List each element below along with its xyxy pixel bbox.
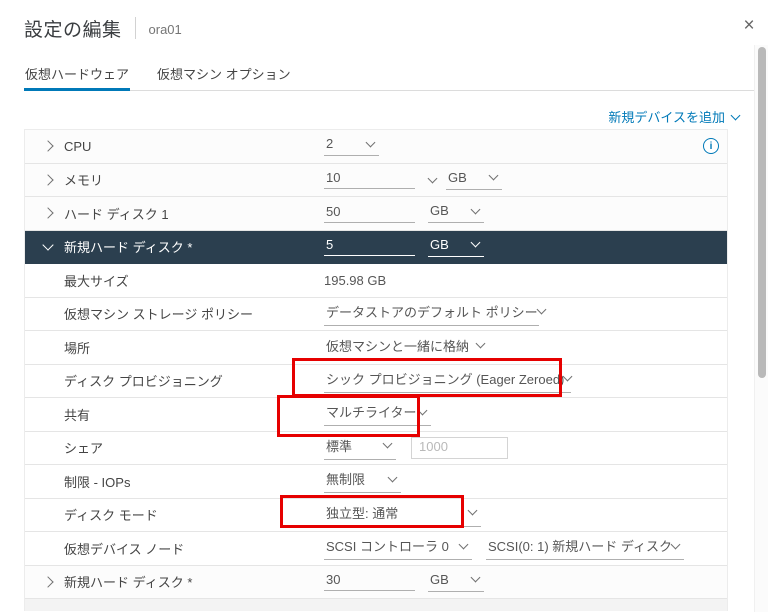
row-label: シェア xyxy=(64,441,104,457)
new-disk2-size-input[interactable] xyxy=(324,572,415,592)
row-new-hard-disk-2[interactable]: 新規ハード ディスク * GB xyxy=(25,565,727,599)
row-max-size: 最大サイズ 195.98 GB xyxy=(25,264,727,298)
row-virtual-device-node: 仮想デバイス ノード SCSI コントローラ 0 SCSI(0: 1) 新規ハー… xyxy=(25,532,727,566)
tab-bar: 仮想ハードウェア 仮想マシン オプション xyxy=(24,59,754,91)
row-new-hard-disk[interactable]: 新規ハード ディスク * GB xyxy=(25,230,727,264)
disk-provisioning-select[interactable]: シック プロビジョニング (Eager Zeroed) xyxy=(324,369,573,393)
dialog-header: 設定の編集 ora01 xyxy=(24,12,698,44)
chevron-down-icon xyxy=(730,110,741,120)
new-disk-size-input[interactable] xyxy=(324,237,415,257)
row-label: 新規ハード ディスク * xyxy=(64,575,193,591)
location-select[interactable]: 仮想マシンと一緒に格納 xyxy=(324,336,489,359)
row-partial-next xyxy=(25,599,727,611)
chevron-down-icon xyxy=(365,137,376,148)
disk1-size-input[interactable] xyxy=(324,203,415,223)
row-label: メモリ xyxy=(64,173,104,189)
row-label: 仮想マシン ストレージ ポリシー xyxy=(64,307,253,323)
row-limit-iops: 制限 - IOPs 無制限 xyxy=(25,465,727,499)
row-label: ディスク プロビジョニング xyxy=(64,374,223,390)
chevron-right-icon[interactable] xyxy=(42,576,64,588)
row-sharing: 共有 マルチライター xyxy=(25,398,727,432)
scrollbar-track[interactable] xyxy=(754,45,768,612)
add-device-link[interactable]: 新規デバイスを追加 xyxy=(608,107,741,126)
chevron-right-icon[interactable] xyxy=(42,207,64,219)
row-memory[interactable]: メモリ GB xyxy=(25,163,727,197)
row-shares: シェア 標準 xyxy=(25,431,727,465)
sharing-select[interactable]: マルチライター xyxy=(324,402,431,427)
row-label: CPU xyxy=(64,138,92,154)
chevron-right-icon[interactable] xyxy=(42,140,64,152)
chevron-down-icon xyxy=(382,438,393,449)
close-icon[interactable]: × xyxy=(739,16,759,36)
row-label: ディスク モード xyxy=(64,508,158,524)
chevron-down-icon xyxy=(458,539,469,550)
new-disk-unit-select[interactable]: GB xyxy=(428,237,484,257)
limit-iops-select[interactable]: 無制限 xyxy=(324,469,401,494)
storage-policy-select[interactable]: データストアのデフォルト ポリシー xyxy=(324,302,547,326)
page-title: 設定の編集 xyxy=(24,19,122,41)
new-disk2-unit-select[interactable]: GB xyxy=(428,572,484,592)
tab-virtual-hardware[interactable]: 仮想ハードウェア xyxy=(24,59,131,91)
scrollbar-thumb[interactable] xyxy=(758,47,766,378)
chevron-right-icon[interactable] xyxy=(42,174,64,186)
row-label: 共有 xyxy=(64,407,91,423)
cpu-count-select[interactable]: 2 xyxy=(324,136,379,157)
chevron-down-icon xyxy=(467,505,478,516)
row-vm-storage-policy: 仮想マシン ストレージ ポリシー データストアのデフォルト ポリシー xyxy=(25,297,727,331)
add-device-label: 新規デバイスを追加 xyxy=(608,110,725,125)
chevron-down-icon xyxy=(475,338,486,349)
hardware-table: CPU 2 i メモリ GB ハード ディスク 1 GB 新規 xyxy=(24,129,728,611)
info-icon[interactable]: i xyxy=(703,138,719,155)
chevron-down-icon xyxy=(536,304,547,315)
chevron-down-icon xyxy=(670,539,681,550)
title-divider xyxy=(134,17,136,39)
row-label: 最大サイズ xyxy=(64,273,129,289)
row-location: 場所 仮想マシンと一緒に格納 xyxy=(25,331,727,365)
disk-mode-select[interactable]: 独立型: 通常 xyxy=(324,503,481,527)
chevron-down-icon xyxy=(470,572,481,583)
scsi-node-select[interactable]: SCSI(0: 1) 新規ハード ディスク xyxy=(486,536,684,561)
chevron-down-icon[interactable] xyxy=(42,239,64,251)
chevron-down-icon xyxy=(470,204,481,215)
scsi-controller-select[interactable]: SCSI コントローラ 0 xyxy=(324,536,472,561)
memory-size-input[interactable] xyxy=(324,170,415,190)
chevron-down-icon xyxy=(562,371,573,382)
chevron-down-icon xyxy=(387,472,398,483)
chevron-down-icon[interactable] xyxy=(427,173,438,184)
row-label: 新規ハード ディスク * xyxy=(64,240,193,256)
memory-unit-select[interactable]: GB xyxy=(446,170,502,190)
tab-vm-options[interactable]: 仮想マシン オプション xyxy=(156,59,292,90)
max-size-value: 195.98 GB xyxy=(324,272,387,288)
row-label: ハード ディスク 1 xyxy=(64,206,169,222)
chevron-down-icon xyxy=(488,170,499,181)
row-label: 場所 xyxy=(64,340,91,356)
row-disk-mode: ディスク モード 独立型: 通常 xyxy=(25,498,727,532)
row-hard-disk-1[interactable]: ハード ディスク 1 GB xyxy=(25,197,727,231)
shares-level-select[interactable]: 標準 xyxy=(324,436,396,460)
shares-value-input xyxy=(411,436,508,459)
row-cpu[interactable]: CPU 2 i xyxy=(25,130,727,164)
disk1-unit-select[interactable]: GB xyxy=(428,203,484,224)
row-label: 仮想デバイス ノード xyxy=(64,541,185,557)
row-label: 制限 - IOPs xyxy=(64,474,131,490)
chevron-down-icon xyxy=(470,237,481,248)
chevron-down-icon xyxy=(417,405,428,416)
row-disk-provisioning: ディスク プロビジョニング シック プロビジョニング (Eager Zeroed… xyxy=(25,364,727,398)
vm-name: ora01 xyxy=(148,22,182,37)
